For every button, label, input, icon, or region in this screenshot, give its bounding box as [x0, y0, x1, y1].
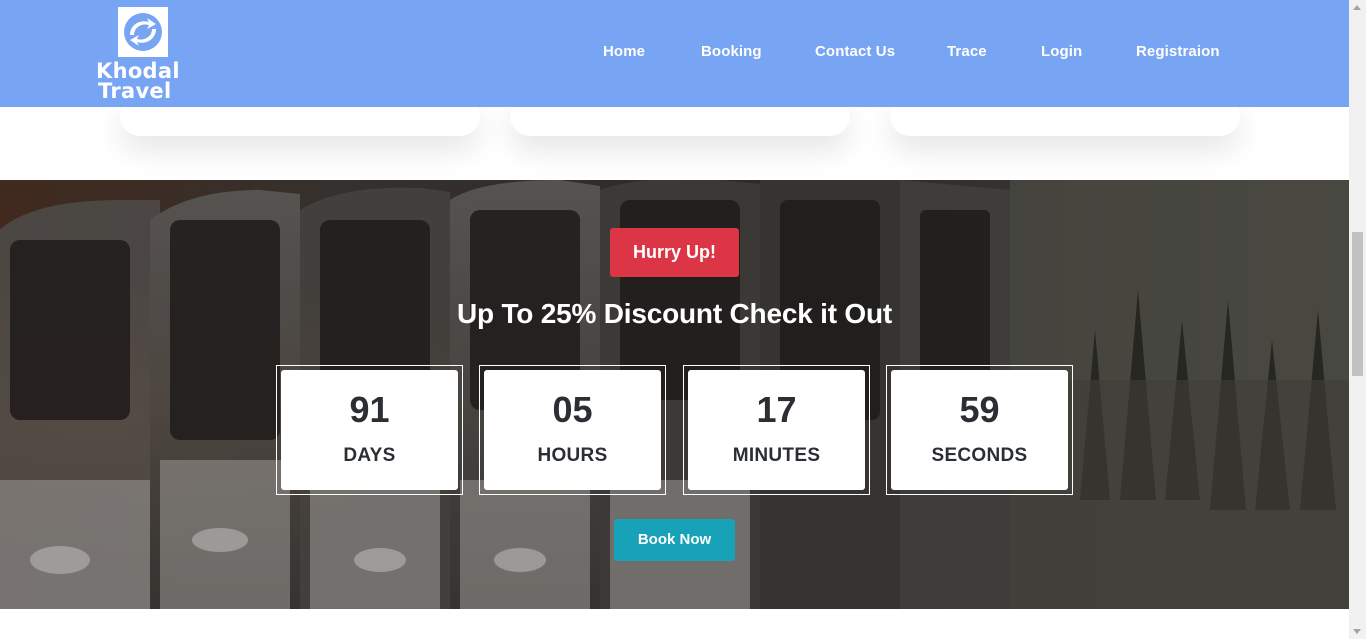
- scroll-up-arrow-icon[interactable]: [1353, 5, 1361, 10]
- countdown-value: 05: [552, 389, 593, 430]
- swap-arrows-icon: [118, 7, 168, 57]
- nav-registration[interactable]: Registraion: [1136, 43, 1220, 60]
- countdown-card: 91 DAYS: [281, 370, 458, 490]
- countdown-unit: DAYS: [343, 445, 396, 466]
- countdown-card: 05 HOURS: [484, 370, 661, 490]
- discount-headline: Up To 25% Discount Check it Out: [456, 298, 893, 329]
- page: Khodal Travel Home Booking Contact Us Tr…: [0, 0, 1349, 639]
- countdown-value: 17: [756, 389, 797, 430]
- countdown-card: 17 MINUTES: [688, 370, 865, 490]
- countdown-unit: SECONDS: [931, 445, 1028, 466]
- nav-login[interactable]: Login: [1041, 43, 1082, 60]
- scrollbar-thumb[interactable]: [1352, 232, 1363, 376]
- brand-name: Khodal Travel: [94, 59, 198, 103]
- countdown-value: 91: [349, 389, 390, 430]
- scroll-down-arrow-icon[interactable]: [1353, 629, 1361, 634]
- nav-contact-us[interactable]: Contact Us: [815, 43, 895, 60]
- countdown-unit: HOURS: [537, 445, 608, 466]
- page-scrollbar[interactable]: [1349, 0, 1366, 639]
- nav-trace[interactable]: Trace: [947, 43, 987, 60]
- brand-name-line1: Khodal: [96, 59, 180, 83]
- nav-home[interactable]: Home: [603, 43, 645, 60]
- hurry-up-badge[interactable]: Hurry Up!: [610, 228, 739, 277]
- countdown-card: 59 SECONDS: [891, 370, 1068, 490]
- countdown-value: 59: [959, 389, 1000, 430]
- brand-logo[interactable]: Khodal Travel: [94, 5, 198, 105]
- nav-booking[interactable]: Booking: [701, 43, 762, 60]
- countdown-unit: MINUTES: [732, 445, 821, 466]
- book-now-button[interactable]: Book Now: [614, 519, 735, 561]
- countdown-days: 91 DAYS: [276, 365, 463, 495]
- countdown-hours: 05 HOURS: [479, 365, 666, 495]
- brand-name-line2: Travel: [98, 79, 172, 103]
- discount-hero: Hurry Up! Up To 25% Discount Check it Ou…: [0, 180, 1349, 609]
- countdown-minutes: 17 MINUTES: [683, 365, 870, 495]
- countdown-seconds: 59 SECONDS: [886, 365, 1073, 495]
- site-header: Khodal Travel Home Booking Contact Us Tr…: [0, 0, 1349, 107]
